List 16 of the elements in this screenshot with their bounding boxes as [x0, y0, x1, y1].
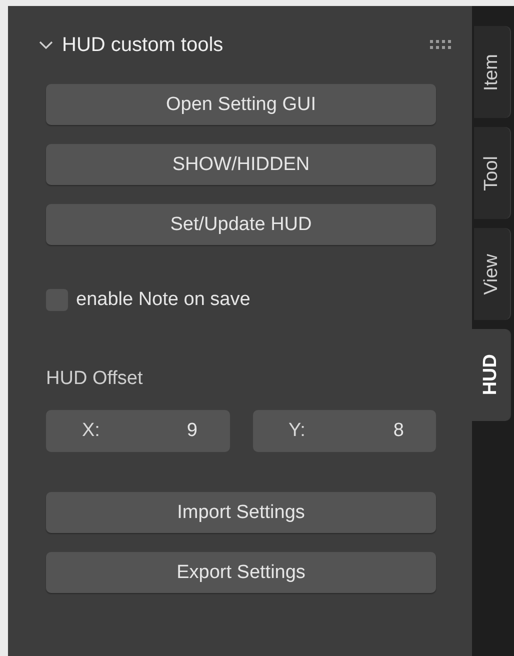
- section-label: HUD Offset: [46, 368, 144, 390]
- number-field[interactable]: Y: 8: [252, 410, 436, 452]
- action-button[interactable]: Set/Update HUD: [46, 204, 436, 245]
- sidebar-tab[interactable]: HUD: [472, 329, 510, 421]
- panel-title: HUD custom tools: [62, 34, 224, 56]
- drag-handle-icon[interactable]: [430, 40, 452, 50]
- action-button[interactable]: SHOW/HIDDEN: [46, 144, 436, 185]
- action-button[interactable]: Export Settings: [46, 552, 436, 593]
- sidebar-tab[interactable]: Item: [474, 26, 510, 118]
- checkbox-label: enable Note on save: [76, 289, 250, 311]
- action-button[interactable]: Import Settings: [46, 492, 436, 533]
- action-button[interactable]: Open Setting GUI: [46, 84, 436, 125]
- sidebar-tab[interactable]: View: [474, 228, 510, 320]
- checkbox[interactable]: [46, 289, 68, 311]
- number-field[interactable]: X: 9: [46, 410, 230, 452]
- sidebar-tab[interactable]: Tool: [474, 127, 510, 219]
